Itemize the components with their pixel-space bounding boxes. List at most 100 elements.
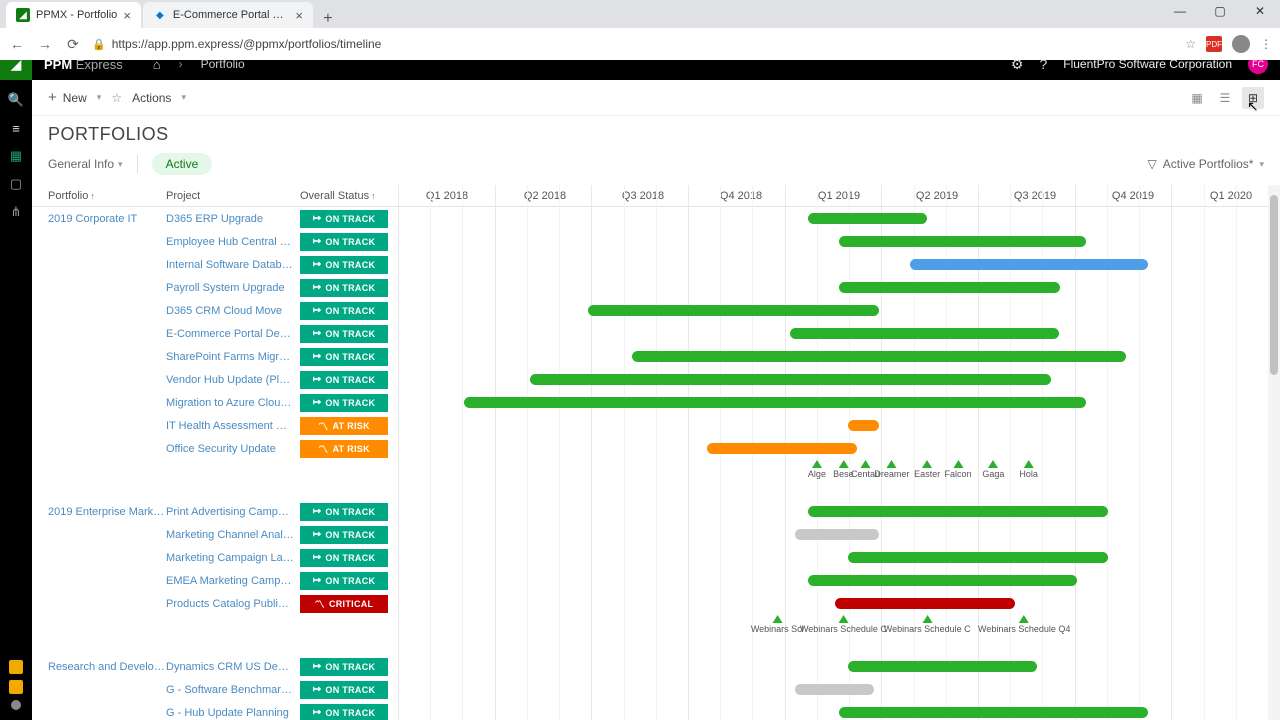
project-cell[interactable]: Office Security Update: [166, 443, 300, 455]
filter-dropdown[interactable]: ▽ Active Portfolios* ▾: [1148, 157, 1264, 171]
project-cell[interactable]: IT Health Assessment Repor...: [166, 420, 300, 432]
gantt-bar[interactable]: [839, 236, 1086, 247]
milestone-marker[interactable]: Hola: [1019, 460, 1038, 479]
gantt-bar[interactable]: [808, 506, 1108, 517]
project-cell[interactable]: Employee Hub Central Upgr...: [166, 236, 300, 248]
project-cell[interactable]: EMEA Marketing Campaign ...: [166, 575, 300, 587]
maximize-button[interactable]: ▢: [1200, 0, 1240, 22]
scroll-thumb[interactable]: [1270, 195, 1278, 375]
reload-icon[interactable]: ⟳: [64, 36, 82, 53]
browser-tab-active[interactable]: ◢ PPMX - Portfolio ×: [6, 2, 141, 28]
status-badge[interactable]: ↦ON TRACK: [300, 325, 388, 343]
project-cell[interactable]: Marketing Channel Analysis: [166, 529, 300, 541]
new-button[interactable]: + New: [48, 89, 87, 106]
projects-nav-icon[interactable]: ▢: [0, 170, 32, 198]
gantt-bar[interactable]: [910, 259, 1148, 270]
browser-tab[interactable]: ◆ E-Commerce Portal Developmen ×: [143, 2, 313, 28]
status-badge[interactable]: ↦ON TRACK: [300, 256, 388, 274]
active-filter-pill[interactable]: Active: [152, 153, 213, 175]
minimize-button[interactable]: —: [1160, 0, 1200, 22]
close-window-button[interactable]: ✕: [1240, 0, 1280, 22]
milestone-marker[interactable]: Webinars Schedule Q4: [978, 615, 1070, 634]
chat-badge[interactable]: [9, 680, 23, 694]
status-badge[interactable]: ↦ON TRACK: [300, 348, 388, 366]
milestone-marker[interactable]: Gaga: [982, 460, 1004, 479]
gantt-bar[interactable]: [790, 328, 1059, 339]
status-badge[interactable]: ↦ON TRACK: [300, 371, 388, 389]
milestone-marker[interactable]: Falcon: [945, 460, 972, 479]
star-icon[interactable]: ☆: [1185, 37, 1196, 51]
gantt-bar[interactable]: [848, 552, 1108, 563]
col-status-header[interactable]: Overall Status↑: [300, 190, 398, 202]
status-badge[interactable]: ↦ON TRACK: [300, 704, 388, 720]
status-badge[interactable]: ↦ON TRACK: [300, 279, 388, 297]
status-badge[interactable]: ↦ON TRACK: [300, 572, 388, 590]
project-cell[interactable]: D365 ERP Upgrade: [166, 213, 300, 225]
menu-icon[interactable]: ≡: [0, 114, 32, 142]
star-icon[interactable]: ☆: [111, 91, 122, 105]
project-cell[interactable]: Print Advertising Campaign ...: [166, 506, 300, 518]
status-badge[interactable]: ↦ON TRACK: [300, 681, 388, 699]
status-badge[interactable]: ↦ON TRACK: [300, 394, 388, 412]
status-badge[interactable]: ↦ON TRACK: [300, 526, 388, 544]
project-cell[interactable]: Migration to Azure Cloud In...: [166, 397, 300, 409]
profile-avatar[interactable]: [1232, 35, 1250, 53]
gantt-bar[interactable]: [839, 282, 1060, 293]
gantt-bar[interactable]: [632, 351, 1126, 362]
status-badge[interactable]: ↦ON TRACK: [300, 233, 388, 251]
project-cell[interactable]: E-Commerce Portal Develop...: [166, 328, 300, 340]
list-view-button[interactable]: ☰: [1214, 87, 1236, 109]
status-badge[interactable]: ↦ON TRACK: [300, 503, 388, 521]
project-cell[interactable]: G - Hub Update Planning: [166, 707, 300, 719]
project-cell[interactable]: Products Catalog Publishing: [166, 598, 300, 610]
status-badge[interactable]: ↦ON TRACK: [300, 549, 388, 567]
milestone-marker[interactable]: Webinars Schedule C: [884, 615, 971, 634]
gantt-bar[interactable]: [835, 598, 1016, 609]
forward-icon[interactable]: →: [36, 36, 54, 52]
status-dot[interactable]: [11, 700, 21, 710]
project-cell[interactable]: Dynamics CRM US Deploym...: [166, 661, 300, 673]
gantt-bar[interactable]: [795, 684, 874, 695]
milestone-marker[interactable]: Webinars Schedule C: [800, 615, 887, 634]
col-project-header[interactable]: Project: [166, 190, 300, 202]
vertical-scrollbar[interactable]: [1268, 185, 1280, 720]
status-badge[interactable]: ↦ON TRACK: [300, 210, 388, 228]
portfolios-nav-icon[interactable]: ▦: [0, 142, 32, 170]
gantt-bar[interactable]: [530, 374, 1050, 385]
gantt-bar[interactable]: [464, 397, 1086, 408]
url-field[interactable]: 🔒 https://app.ppm.express/@ppmx/portfoli…: [92, 37, 1175, 51]
card-view-button[interactable]: ▦: [1186, 87, 1208, 109]
project-cell[interactable]: Vendor Hub Update (Planni...: [166, 374, 300, 386]
status-badge[interactable]: 〽AT RISK: [300, 440, 388, 458]
chevron-down-icon[interactable]: ▾: [181, 92, 186, 103]
chevron-down-icon[interactable]: ▾: [97, 92, 102, 103]
project-cell[interactable]: Payroll System Upgrade: [166, 282, 300, 294]
status-badge[interactable]: 〽AT RISK: [300, 417, 388, 435]
milestone-marker[interactable]: Dreamer: [874, 460, 909, 479]
milestone-marker[interactable]: Alge: [808, 460, 826, 479]
timeline-view-button[interactable]: ⊞↖: [1242, 87, 1264, 109]
col-portfolio-header[interactable]: Portfolio↑: [32, 190, 166, 202]
general-info-dropdown[interactable]: General Info ▾: [48, 157, 123, 171]
project-cell[interactable]: Marketing Campaign Launch: [166, 552, 300, 564]
pdf-extension-icon[interactable]: PDF: [1206, 36, 1222, 52]
gantt-bar[interactable]: [839, 707, 1148, 718]
project-cell[interactable]: SharePoint Farms Migration ...: [166, 351, 300, 363]
gantt-bar[interactable]: [707, 443, 857, 454]
gantt-bar[interactable]: [848, 661, 1038, 672]
resources-nav-icon[interactable]: ⋔: [0, 198, 32, 226]
gantt-bar[interactable]: [588, 305, 879, 316]
project-cell[interactable]: D365 CRM Cloud Move: [166, 305, 300, 317]
notification-badge[interactable]: [9, 660, 23, 674]
gantt-bar[interactable]: [808, 213, 927, 224]
portfolio-cell[interactable]: 2019 Corporate IT: [32, 213, 166, 225]
status-badge[interactable]: 〽CRITICAL: [300, 595, 388, 613]
menu-icon[interactable]: ⋮: [1260, 37, 1272, 51]
portfolio-cell[interactable]: 2019 Enterprise Marketing: [32, 506, 166, 518]
new-tab-button[interactable]: +: [315, 10, 341, 28]
milestone-marker[interactable]: Webinars Scl: [751, 615, 804, 634]
actions-button[interactable]: Actions: [132, 91, 171, 105]
project-cell[interactable]: G - Software Benchmarking ...: [166, 684, 300, 696]
gantt-bar[interactable]: [808, 575, 1077, 586]
gantt-bar[interactable]: [848, 420, 879, 431]
